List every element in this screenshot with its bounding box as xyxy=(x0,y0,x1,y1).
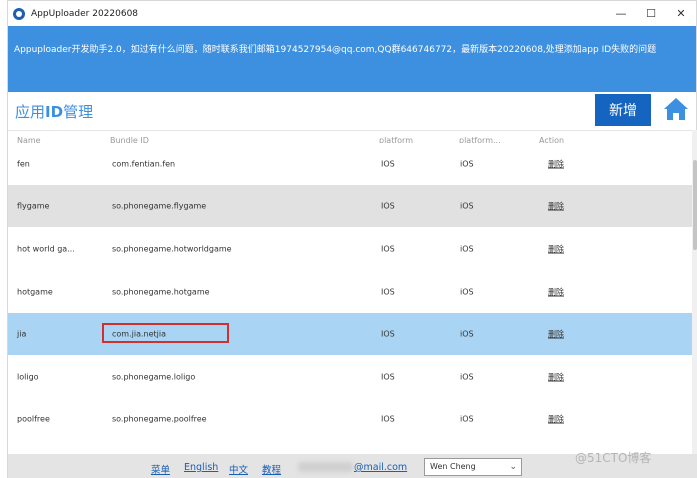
cell-bundle-id: so.phonegame.flygame xyxy=(112,201,207,211)
table-row[interactable]: flygame so.phonegame.flygame IOS iOS 删除 xyxy=(8,185,692,227)
table-row-selected[interactable]: jia com.jia.netjia IOS iOS 删除 xyxy=(8,313,692,355)
cell-platform-2: iOS xyxy=(460,329,474,339)
footer-email-link[interactable]: @mail.com xyxy=(354,462,407,473)
cell-platform: IOS xyxy=(381,414,395,424)
watermark: @51CTO博客 xyxy=(575,451,652,465)
cell-bundle-id: com.jia.netjia xyxy=(112,329,166,339)
title-bar: AppUploader 20220608 — ☐ ✕ xyxy=(8,1,696,26)
cell-name: loligo xyxy=(17,372,39,382)
app-window: AppUploader 20220608 — ☐ ✕ Appuploader开发… xyxy=(7,0,697,478)
banner-text: Appuploader开发助手2.0，如过有什么问题，随时联系我们邮箱19745… xyxy=(14,45,657,55)
cell-platform-2: iOS xyxy=(460,159,474,169)
cell-platform: IOS xyxy=(381,201,395,211)
table-row[interactable]: hot world ga... so.phonegame.hotworldgam… xyxy=(8,228,692,270)
app-logo-icon xyxy=(13,7,25,20)
window-controls: — ☐ ✕ xyxy=(606,1,696,26)
delete-link[interactable]: 删除 xyxy=(548,329,564,340)
cell-platform: IOS xyxy=(381,329,395,339)
delete-link[interactable]: 删除 xyxy=(548,244,564,255)
account-select-value: Wen Cheng xyxy=(430,462,476,471)
cell-platform: IOS xyxy=(381,159,395,169)
table-row[interactable]: hotgame so.phonegame.hotgame IOS iOS 删除 xyxy=(8,271,692,313)
maximize-button[interactable]: ☐ xyxy=(636,1,666,26)
notice-banner: Appuploader开发助手2.0，如过有什么问题，随时联系我们邮箱19745… xyxy=(8,26,696,92)
delete-link[interactable]: 删除 xyxy=(548,414,564,425)
app-id-table: Name Bundle ID platform platform... Acti… xyxy=(8,130,692,454)
close-button[interactable]: ✕ xyxy=(666,1,696,26)
chevron-down-icon: ⌄ xyxy=(509,462,517,472)
cell-bundle-id: so.phonegame.hotgame xyxy=(112,287,210,297)
footer-link-tutorial[interactable]: 教程 xyxy=(262,462,281,476)
cell-platform-2: iOS xyxy=(460,287,474,297)
delete-link[interactable]: 删除 xyxy=(548,287,564,298)
home-icon[interactable] xyxy=(662,95,690,123)
delete-link[interactable]: 删除 xyxy=(548,372,564,383)
window-title: AppUploader 20220608 xyxy=(31,8,139,19)
cell-bundle-id: so.phonegame.hotworldgame xyxy=(112,244,232,254)
page-title: 应用ID管理 xyxy=(15,101,93,122)
cell-platform: IOS xyxy=(381,372,395,382)
table-row[interactable]: poolfree so.phonegame.poolfree IOS iOS 删… xyxy=(8,398,692,440)
minimize-button[interactable]: — xyxy=(606,1,636,26)
footer-link-chinese[interactable]: 中文 xyxy=(229,462,248,476)
cell-name: poolfree xyxy=(17,414,50,424)
cell-platform: IOS xyxy=(381,287,395,297)
cell-name: jia xyxy=(17,329,27,339)
footer-link-menu[interactable]: 菜单 xyxy=(151,462,170,476)
cell-platform-2: iOS xyxy=(460,372,474,382)
footer-link-english[interactable]: English xyxy=(184,462,218,473)
cell-platform: IOS xyxy=(381,244,395,254)
account-select[interactable]: Wen Cheng ⌄ xyxy=(424,458,522,476)
delete-link[interactable]: 删除 xyxy=(548,159,564,170)
table-row[interactable]: loligo so.phonegame.loligo IOS iOS 删除 xyxy=(8,356,692,398)
redacted-email-prefix xyxy=(298,462,353,472)
cell-platform-2: iOS xyxy=(460,244,474,254)
cell-name: fen xyxy=(17,159,30,169)
add-button[interactable]: 新增 xyxy=(595,94,651,126)
scrollbar-thumb[interactable] xyxy=(693,160,697,250)
cell-platform-2: iOS xyxy=(460,201,474,211)
page-title-prefix: 应用 xyxy=(15,103,46,121)
page-header: 应用ID管理 新增 xyxy=(8,92,696,130)
page-title-id: ID xyxy=(45,103,64,121)
cell-name: hot world ga... xyxy=(17,244,75,254)
cell-name: hotgame xyxy=(17,287,53,297)
page-title-suffix: 管理 xyxy=(63,103,94,121)
cell-bundle-id: so.phonegame.loligo xyxy=(112,372,196,382)
delete-link[interactable]: 删除 xyxy=(548,201,564,212)
cell-bundle-id: so.phonegame.poolfree xyxy=(112,414,207,424)
table-row[interactable]: fen com.fentian.fen IOS iOS 删除 xyxy=(8,143,692,185)
cell-bundle-id: com.fentian.fen xyxy=(112,159,176,169)
table-scrollbar[interactable] xyxy=(692,130,697,454)
cell-platform-2: iOS xyxy=(460,414,474,424)
cell-name: flygame xyxy=(17,201,50,211)
